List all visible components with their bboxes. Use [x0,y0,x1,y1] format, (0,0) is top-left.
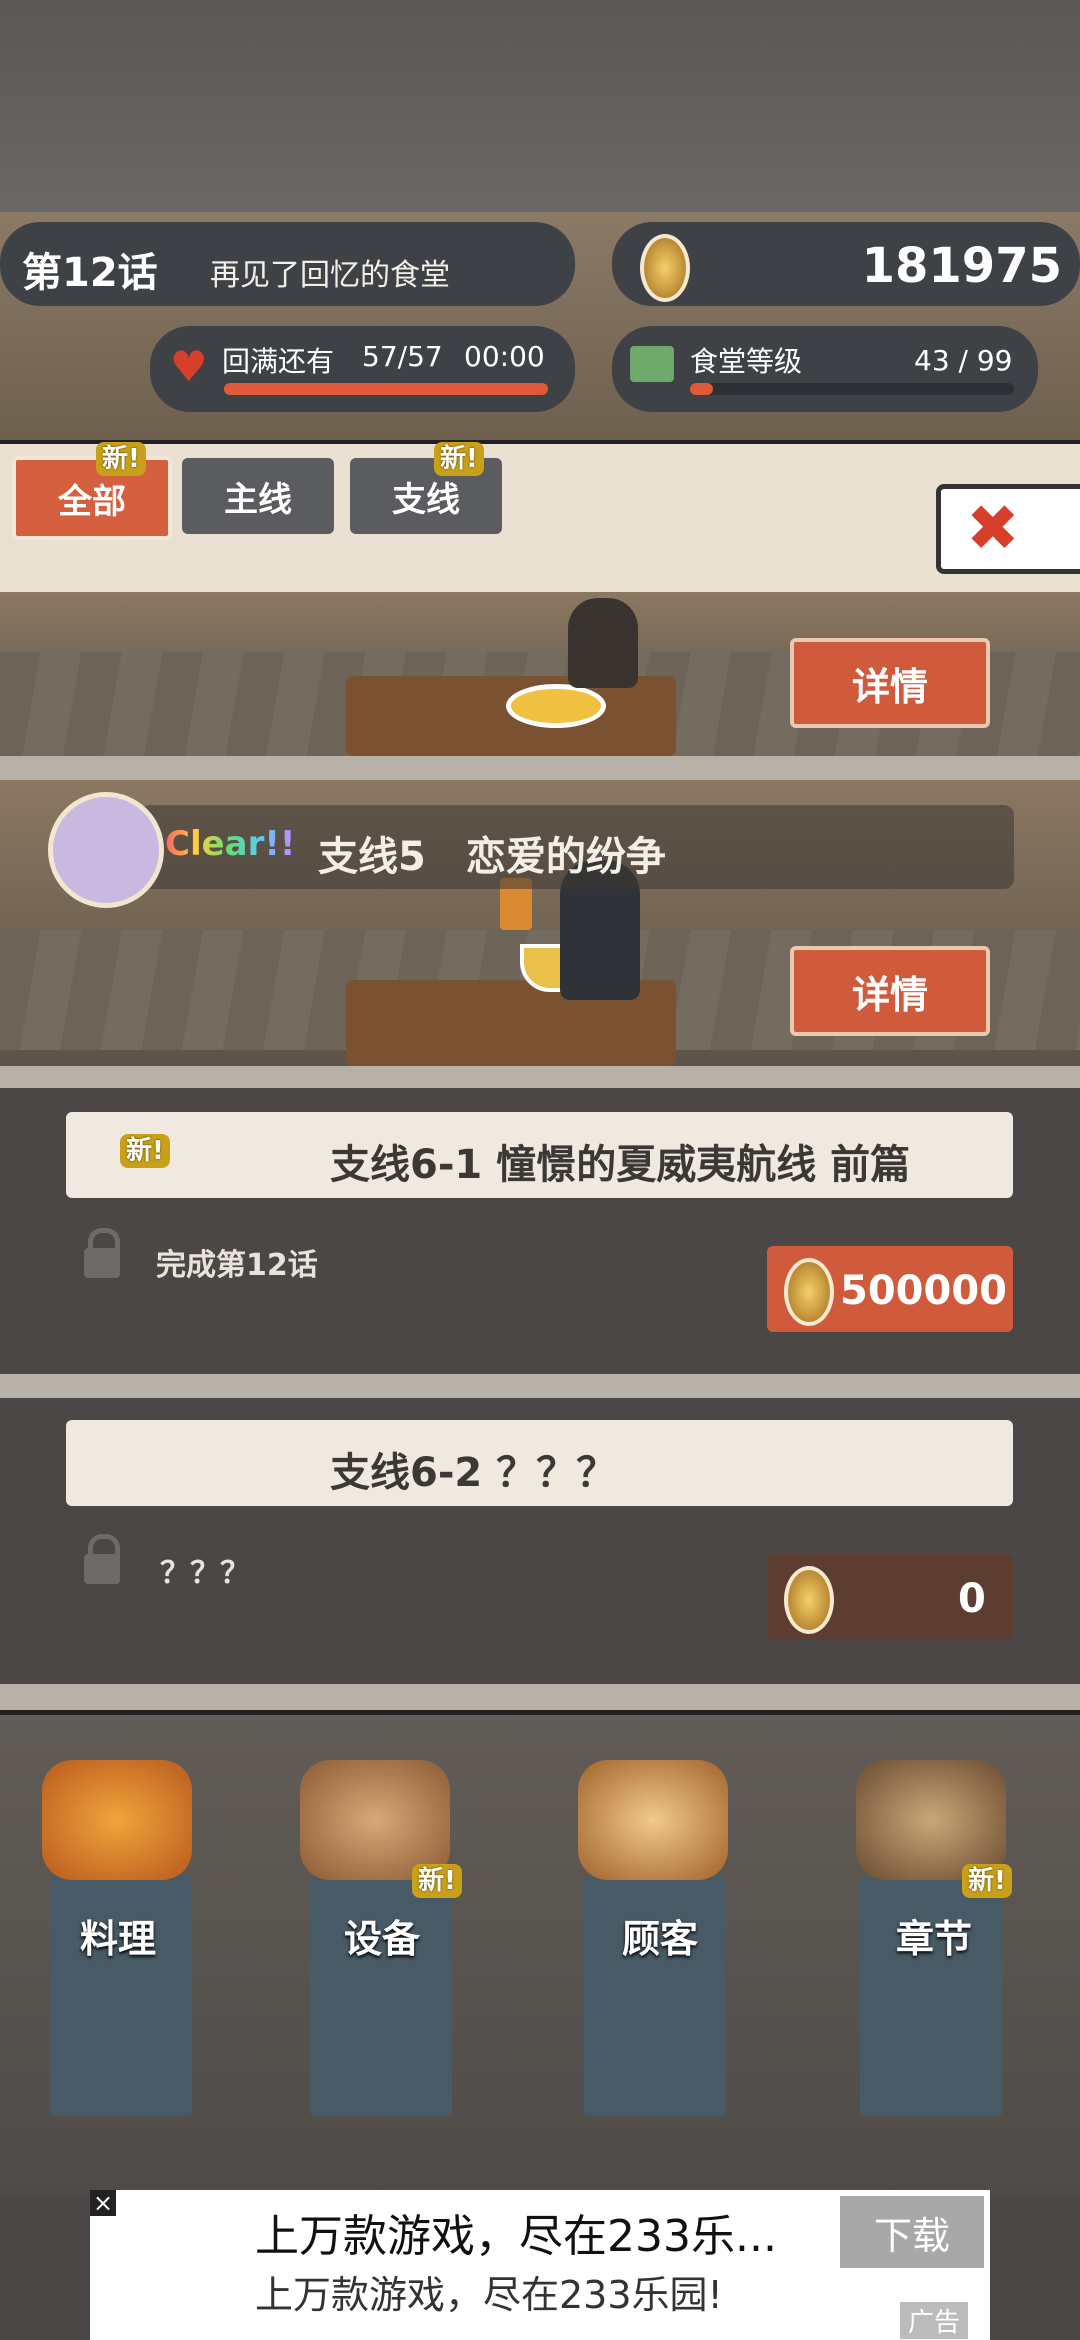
film-projector-icon[interactable] [856,1760,1006,1880]
scene-title: 支线5 恋爱的纷争 [318,834,666,880]
top-backdrop [0,0,1080,212]
chapter-number: 第12话 [22,250,158,296]
quest-condition: ？？？ [160,1556,250,1591]
coin-balance: 181975 [861,238,1062,294]
chapter-title: 再见了回忆的食堂 [210,258,450,293]
grandma-avatar [48,792,164,908]
separator [0,1374,1080,1398]
quest-title: 支线6-1 憧憬的夏威夷航线 前篇 [330,1142,911,1188]
level-track [690,383,1014,395]
nav-chapters-new-badge: 新! [962,1864,1012,1898]
tab-main[interactable]: 主线 [182,458,334,534]
stamina-value: 57/57 [362,340,443,373]
separator [0,756,1080,780]
quest-condition: 完成第12话 [156,1248,318,1283]
unlock-price: 500000 [840,1268,1007,1314]
ad-subtitle[interactable]: 上万款游戏，尽在233乐园! [255,2264,723,2319]
tab-side-new-badge: 新! [434,442,484,476]
customers-icon[interactable] [578,1760,728,1880]
separator [0,1684,1080,1710]
quest-title: 支线6-2 ？？？ [330,1450,617,1496]
ad-close-icon[interactable]: × [90,2190,116,2216]
heart-icon: ♥ [170,342,208,391]
ad-tag: 广告 [900,2302,969,2339]
lock-icon-body [84,1554,120,1584]
nav-equipment-label[interactable]: 设备 [344,1908,420,1963]
separator [0,1066,1080,1088]
quest-new-badge: 新! [120,1134,170,1168]
omelet-dish [506,684,606,728]
unlock-price: 0 [958,1576,986,1622]
coin-icon [784,1566,834,1634]
level-value: 43 / 99 [914,344,1013,377]
customer-figure [568,598,638,688]
stamina-bar [224,383,548,395]
nav-equipment-new-badge: 新! [412,1864,462,1898]
tab-all[interactable]: 全部 [12,456,172,540]
nav-customers-label[interactable]: 顾客 [622,1908,698,1963]
close-x-icon: ✖ [966,492,1020,566]
ad-download-button[interactable]: 下载 [840,2196,984,2268]
lock-icon-body [84,1248,120,1278]
shop-building-icon[interactable] [300,1760,450,1880]
ad-title[interactable]: 上万款游戏，尽在233乐... [255,2200,777,2264]
stamina-timer: 00:00 [464,340,545,373]
level-label: 食堂等级 [690,345,803,378]
detail-button[interactable]: 详情 [790,946,990,1036]
nav-chapters-label[interactable]: 章节 [896,1908,972,1963]
level-fill [690,383,713,395]
house-icon [630,346,674,382]
nav-cooking-label[interactable]: 料理 [80,1908,156,1963]
clear-tag: Clear!! [165,824,296,864]
detail-button[interactable]: 详情 [790,638,990,728]
tab-all-new-badge: 新! [96,442,146,476]
coin-icon [784,1258,834,1326]
coin-icon [640,234,690,302]
stamina-label: 回满还有 [222,345,335,378]
cooking-pot-icon[interactable] [42,1760,192,1880]
